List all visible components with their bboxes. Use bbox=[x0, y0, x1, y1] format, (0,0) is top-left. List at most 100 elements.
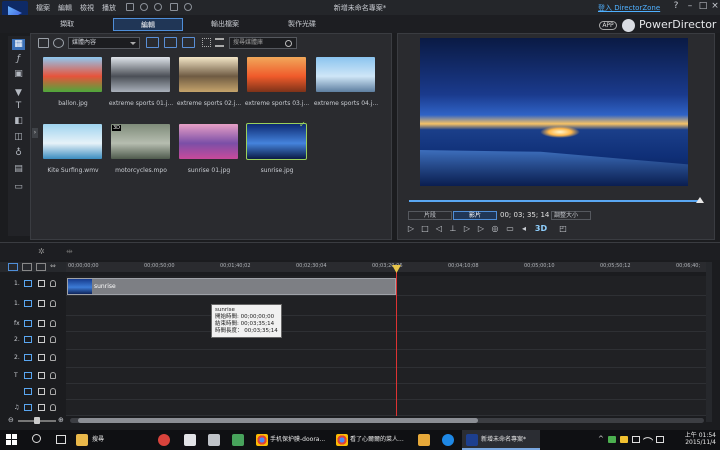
image-filter-icon[interactable] bbox=[164, 37, 177, 48]
media-thumbnail[interactable] bbox=[111, 57, 170, 92]
help-button[interactable]: ? bbox=[670, 1, 682, 11]
stop-icon[interactable]: □ bbox=[420, 224, 430, 234]
media-thumbnail[interactable] bbox=[43, 57, 102, 92]
save-icon[interactable] bbox=[126, 3, 134, 11]
app-white-icon[interactable] bbox=[184, 434, 196, 446]
fit-timeline-icon[interactable]: ⇔ bbox=[50, 262, 56, 270]
preview-timecode[interactable]: 00; 03; 35; 14 bbox=[500, 211, 549, 219]
tray-app-icon[interactable] bbox=[608, 436, 616, 443]
show-hidden-icons[interactable]: ^ bbox=[598, 435, 604, 443]
fx-room-icon[interactable]: ƒ bbox=[12, 54, 25, 65]
zoom-handle[interactable] bbox=[34, 417, 40, 424]
media-thumbnail[interactable] bbox=[179, 124, 238, 159]
tray-app-icon[interactable] bbox=[620, 436, 628, 443]
menu-file[interactable]: 檔案 bbox=[36, 3, 50, 13]
calculator-icon[interactable] bbox=[208, 434, 220, 446]
track-lock-icon[interactable] bbox=[50, 388, 56, 395]
track-manager-icon[interactable] bbox=[36, 263, 46, 271]
volume-tray-icon[interactable] bbox=[656, 436, 664, 443]
track-enable-checkbox[interactable] bbox=[38, 320, 45, 327]
maximize-button[interactable]: □ bbox=[697, 1, 709, 11]
movie-mode-button[interactable]: 影片 bbox=[453, 211, 497, 220]
timeline-track[interactable] bbox=[66, 332, 706, 350]
track-lock-icon[interactable] bbox=[50, 280, 56, 287]
track-enable-checkbox[interactable] bbox=[38, 280, 45, 287]
battery-icon[interactable] bbox=[632, 436, 640, 443]
snapshot-camera-icon[interactable]: ◎ bbox=[490, 224, 500, 234]
track-enable-checkbox[interactable] bbox=[38, 354, 45, 361]
timeline-zoom-slider[interactable]: ⊖ ⊕ bbox=[8, 416, 64, 426]
subtitle-room-icon[interactable]: ▭ bbox=[12, 182, 25, 193]
volume-icon[interactable]: ◂ bbox=[519, 224, 529, 234]
close-button[interactable]: × bbox=[709, 1, 720, 11]
timeline-track[interactable] bbox=[66, 296, 706, 316]
edge-icon[interactable] bbox=[442, 434, 454, 446]
media-filter-dropdown[interactable]: 媒體內容 bbox=[68, 37, 140, 49]
track-enable-checkbox[interactable] bbox=[38, 336, 45, 343]
subtitle-icon[interactable]: ▭ bbox=[505, 224, 515, 234]
media-thumbnail[interactable] bbox=[247, 57, 306, 92]
track-enable-checkbox[interactable] bbox=[38, 300, 45, 307]
media-thumbnail[interactable] bbox=[246, 123, 307, 160]
undo-icon[interactable] bbox=[140, 3, 148, 11]
track-lock-icon[interactable] bbox=[50, 372, 56, 379]
chapter-room-icon[interactable]: ▤ bbox=[12, 164, 25, 175]
track-lock-icon[interactable] bbox=[50, 336, 56, 343]
timeline-track[interactable] bbox=[66, 400, 706, 416]
media-thumbnail[interactable] bbox=[43, 124, 102, 159]
redo-icon[interactable] bbox=[154, 3, 162, 11]
file-explorer-icon[interactable] bbox=[76, 434, 88, 446]
task-view-icon[interactable] bbox=[56, 435, 66, 444]
track-lock-icon[interactable] bbox=[50, 354, 56, 361]
menu-view[interactable]: 檢視 bbox=[80, 3, 94, 13]
title-room-icon[interactable]: T bbox=[12, 101, 25, 112]
track-lock-icon[interactable] bbox=[50, 404, 56, 411]
storyboard-view-icon[interactable] bbox=[22, 263, 32, 271]
tab-capture[interactable]: 擷取 bbox=[36, 18, 98, 31]
timeline-track[interactable] bbox=[66, 384, 706, 400]
transition-room-icon[interactable]: ◧ bbox=[12, 116, 25, 127]
library-expand-handle[interactable]: › bbox=[32, 128, 38, 138]
3d-toggle[interactable]: 3D bbox=[534, 224, 548, 234]
track-lock-icon[interactable] bbox=[50, 300, 56, 307]
preview-size-dropdown[interactable]: 調整大小 bbox=[551, 211, 591, 220]
chrome-icon[interactable] bbox=[336, 434, 348, 446]
video-filter-icon[interactable] bbox=[146, 37, 159, 48]
magic-tools-icon[interactable]: ✲ bbox=[38, 247, 45, 256]
windows-start-icon[interactable] bbox=[6, 434, 17, 445]
timeline-track[interactable] bbox=[66, 316, 706, 332]
app-green-icon[interactable] bbox=[232, 434, 244, 446]
menu-play[interactable]: 播放 bbox=[102, 3, 116, 13]
app-red-icon[interactable] bbox=[158, 434, 170, 446]
app-badge[interactable]: APP bbox=[599, 21, 617, 30]
library-search-input[interactable]: 搜尋媒體庫 bbox=[229, 37, 297, 49]
play-icon[interactable]: ▷ bbox=[406, 224, 416, 234]
grid-view-icon[interactable] bbox=[202, 38, 211, 47]
timeline-ruler[interactable]: 00;00;00;00 00;00;50;00 00;01;40;02 00;0… bbox=[66, 262, 706, 272]
scrubber-handle[interactable] bbox=[696, 197, 704, 203]
audio-filter-icon[interactable] bbox=[182, 37, 195, 48]
track-enable-checkbox[interactable] bbox=[38, 404, 45, 411]
plugins-puzzle-icon[interactable] bbox=[53, 38, 64, 48]
split-tool-icon[interactable]: ⇹ bbox=[66, 247, 73, 256]
taskbar-search-item[interactable]: 搜尋 bbox=[92, 432, 146, 448]
track-enable-checkbox[interactable] bbox=[38, 388, 45, 395]
taskbar-clock[interactable]: 上午 01:54 2015/11/4 bbox=[674, 432, 716, 446]
timeline-track[interactable] bbox=[66, 350, 706, 368]
timeline-clip-sunrise[interactable] bbox=[67, 278, 396, 295]
tab-create-disc[interactable]: 製作光碟 bbox=[267, 18, 337, 31]
list-view-icon[interactable] bbox=[215, 38, 224, 47]
taskbar-powerdirector-window[interactable]: 新增未命名專案* bbox=[481, 432, 539, 448]
zoom-in-icon[interactable]: ⊕ bbox=[58, 416, 64, 424]
timeline-playhead-line[interactable] bbox=[396, 266, 397, 416]
clip-mode-button[interactable]: 片段 bbox=[408, 211, 452, 220]
previous-frame-icon[interactable]: ◁ bbox=[434, 224, 444, 234]
particle-room-icon[interactable]: ▼ bbox=[12, 88, 25, 99]
settings-gear-icon[interactable] bbox=[184, 3, 192, 11]
fast-forward-icon[interactable]: ▷ bbox=[476, 224, 486, 234]
media-thumbnail[interactable] bbox=[179, 57, 238, 92]
preview-scrubber[interactable] bbox=[409, 200, 701, 202]
next-frame-icon[interactable]: ▷ bbox=[462, 224, 472, 234]
menu-edit[interactable]: 編輯 bbox=[58, 3, 72, 13]
tab-edit[interactable]: 編輯 bbox=[113, 18, 183, 31]
